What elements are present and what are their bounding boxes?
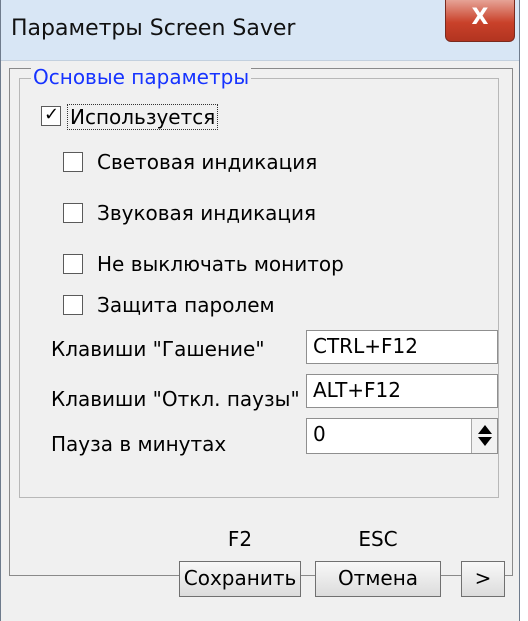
pause-spinner[interactable] [471,419,497,453]
dialog-window: Параметры Screen Saver X Основые парамет… [0,0,520,621]
password-protection-checkbox[interactable] [63,295,83,315]
close-icon: X [471,5,489,30]
check-icon: ✓ [44,104,60,125]
title-bar[interactable]: Параметры Screen Saver X [1,0,519,61]
group-legend: Основые параметры [31,65,252,89]
enabled-checkbox[interactable]: ✓ [41,104,61,126]
light-indication-label[interactable]: Световая индикация [97,150,317,174]
unpause-keys-input[interactable]: ALT+F12 [306,374,498,408]
spin-down-icon[interactable] [478,437,492,446]
unpause-keys-label: Клавиши "Откл. паузы" [51,387,300,411]
blank-keys-label: Клавиши "Гашение" [51,337,265,361]
spin-up-icon[interactable] [478,425,492,434]
cancel-button[interactable]: Отмена [315,561,441,597]
save-hotkey-hint: F2 [227,527,253,551]
window-title: Параметры Screen Saver [11,16,296,41]
keep-monitor-on-label[interactable]: Не выключать монитор [97,252,344,276]
close-button[interactable]: X [445,0,515,42]
sound-indication-label[interactable]: Звуковая индикация [97,201,316,225]
sound-indication-checkbox[interactable] [63,203,83,223]
save-button[interactable]: Сохранить [179,561,301,597]
keep-monitor-on-checkbox[interactable] [63,254,83,274]
blank-keys-input[interactable]: CTRL+F12 [306,330,498,364]
enabled-label[interactable]: Используется [67,104,219,130]
pause-minutes-label: Пауза в минутах [51,432,227,456]
cancel-hotkey-hint: ESC [358,527,398,551]
password-protection-label[interactable]: Защита паролем [97,293,275,317]
light-indication-checkbox[interactable] [63,152,83,172]
pause-minutes-input[interactable]: 0 [306,418,498,454]
more-button[interactable]: > [461,561,505,597]
